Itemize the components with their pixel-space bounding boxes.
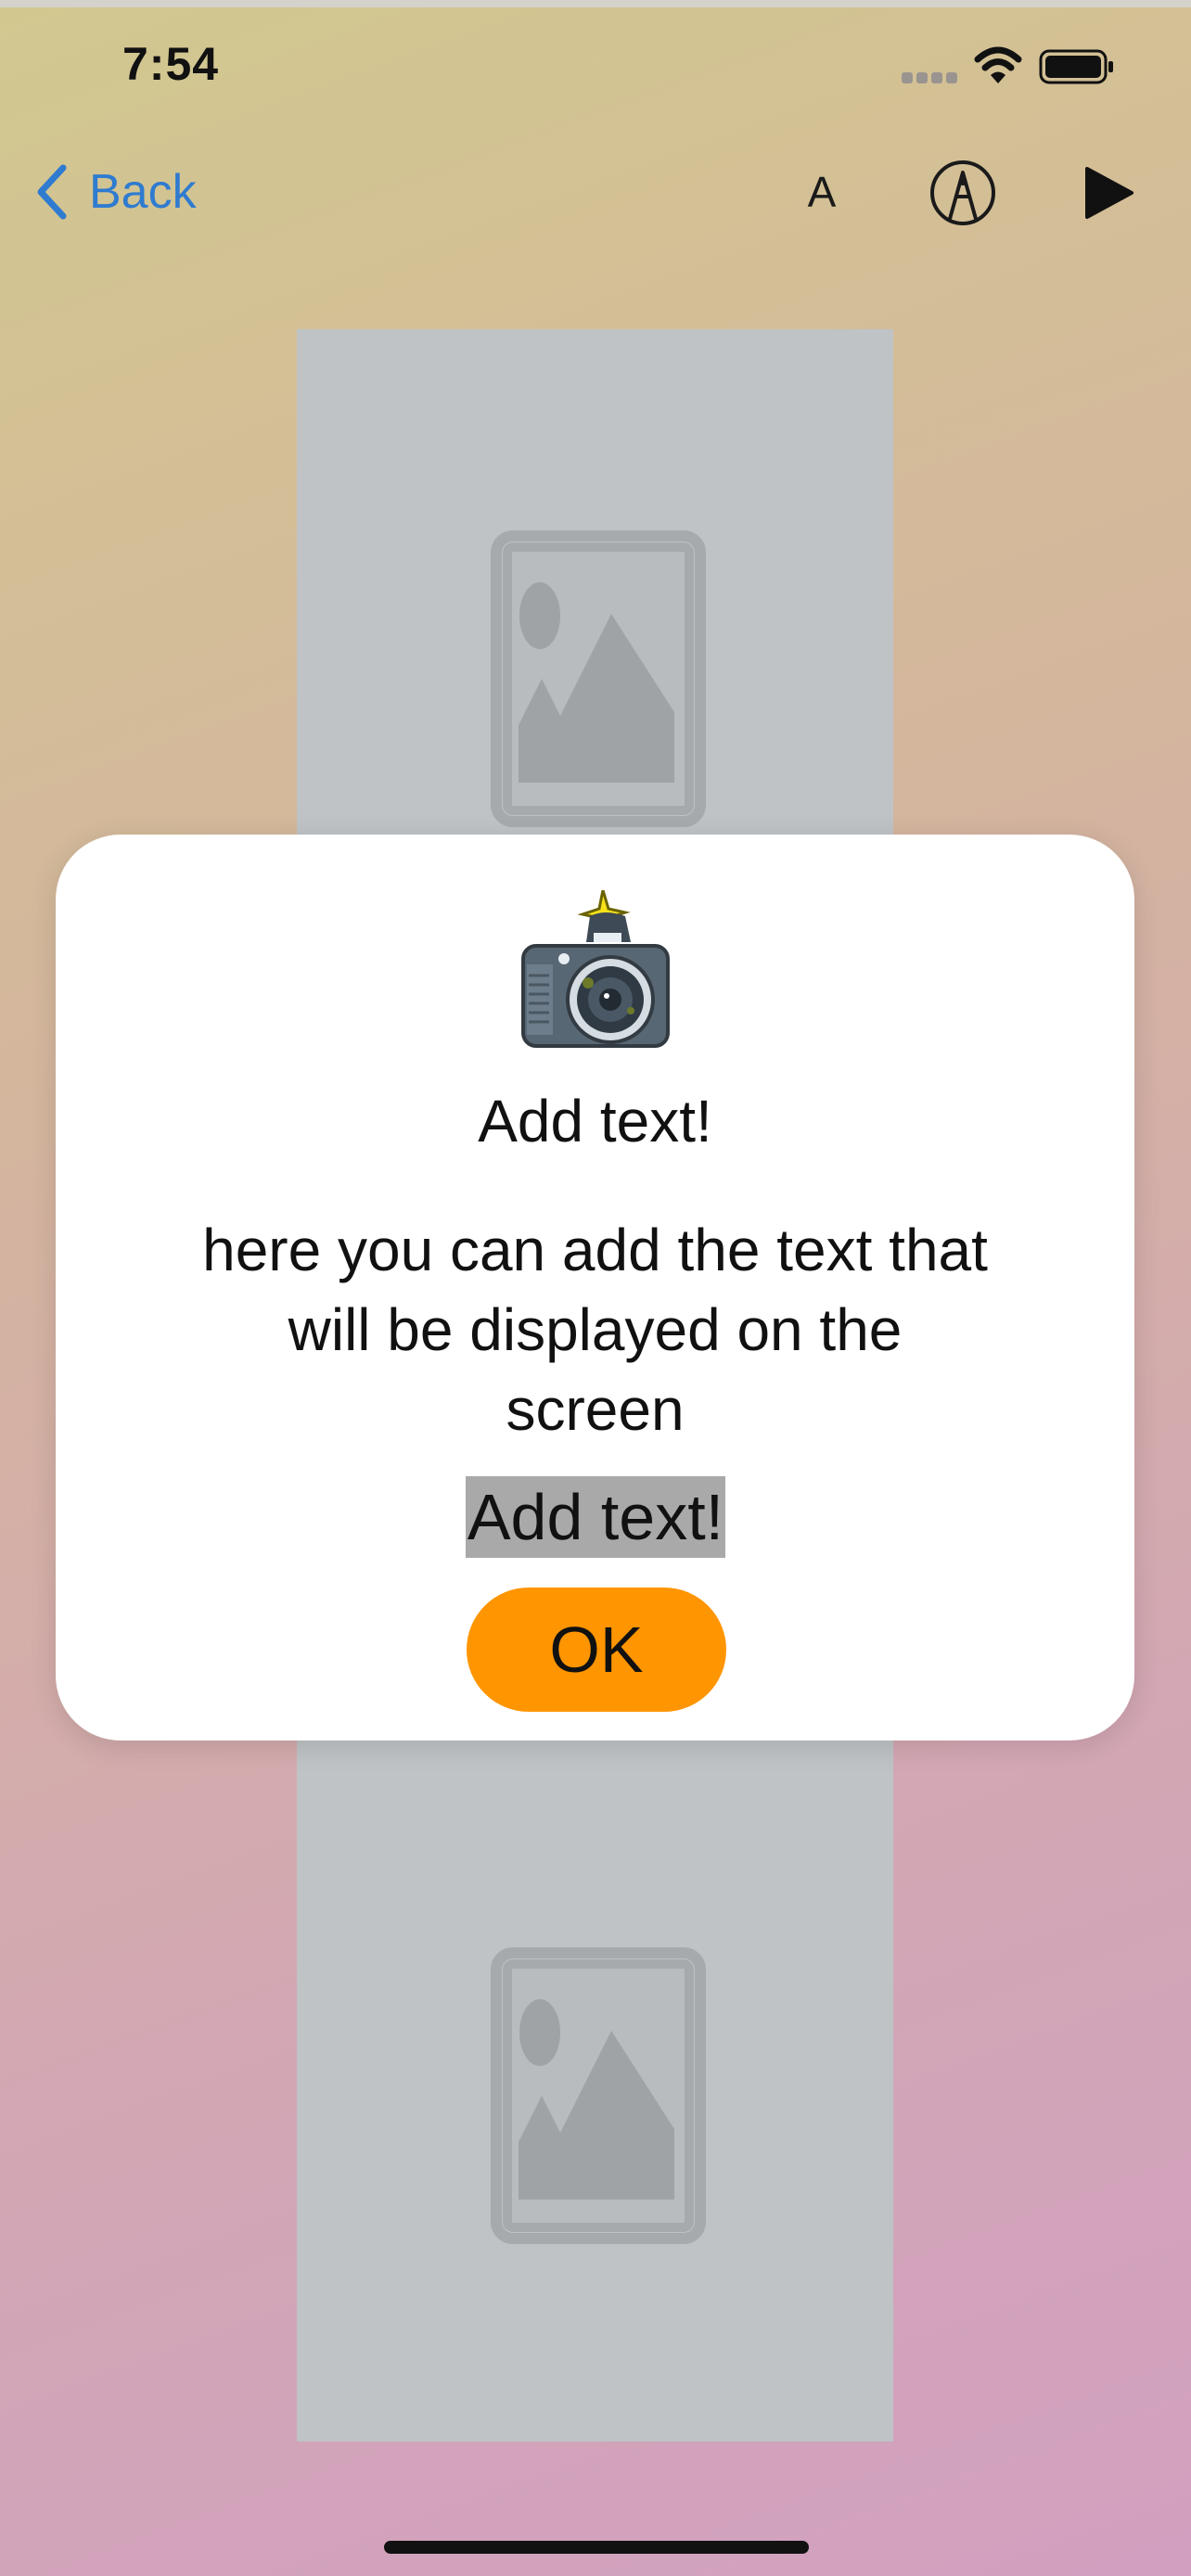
cellular-signal-icon	[902, 72, 957, 83]
ok-button[interactable]: OK	[467, 1588, 726, 1712]
camera-icon	[521, 890, 670, 1048]
add-text-dialog: Add text! here you can add the text that…	[56, 835, 1134, 1741]
chevron-left-icon	[37, 164, 67, 220]
play-icon[interactable]	[1083, 165, 1135, 221]
status-time: 7:54	[122, 38, 220, 90]
dialog-message: here you can add the text that will be d…	[202, 1217, 988, 1443]
image-placeholder-icon	[491, 530, 706, 827]
wifi-icon	[974, 46, 1022, 83]
back-label: Back	[89, 165, 197, 219]
top-edge	[0, 0, 1191, 7]
image-placeholder-icon	[491, 1947, 706, 2244]
battery-icon	[1039, 49, 1113, 84]
pen-circle-icon[interactable]	[928, 158, 998, 228]
dialog-title: Add text!	[478, 1088, 712, 1154]
home-indicator[interactable]	[384, 2541, 809, 2554]
font-button[interactable]: A	[801, 159, 842, 224]
text-input-field[interactable]: Add text!	[466, 1476, 725, 1558]
back-button[interactable]: Back	[33, 159, 197, 224]
